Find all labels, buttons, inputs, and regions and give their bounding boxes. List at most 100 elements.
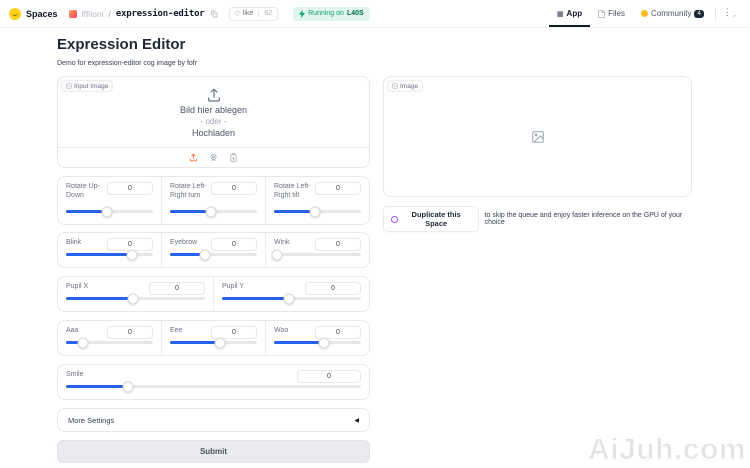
slider-value-input[interactable]: [211, 182, 257, 195]
clipboard-paste-icon[interactable]: [229, 153, 238, 162]
slider-aaa: Aaa: [58, 321, 161, 355]
more-settings-label: More Settings: [68, 415, 115, 425]
input-image-dropzone[interactable]: Input Image Bild hier ablegen - oder - H…: [57, 76, 370, 168]
tab-files[interactable]: Files: [590, 0, 633, 27]
slider-label: Rotate Left-Right tilt: [274, 183, 311, 200]
like-label: like: [242, 10, 254, 17]
drop-here-text: Bild hier ablegen: [179, 104, 248, 115]
slider-track[interactable]: [66, 206, 153, 217]
slider-woo: Woo: [265, 321, 369, 355]
more-settings-accordion[interactable]: More Settings ◀: [57, 408, 370, 432]
slider-handle[interactable]: [318, 337, 330, 348]
slider-smile: Smile: [58, 365, 369, 399]
lightning-icon: [299, 9, 306, 18]
like-button[interactable]: ♡ like 62: [228, 6, 279, 21]
slider-handle[interactable]: [122, 381, 134, 392]
slider-row-eyes: Blink Eyebrow: [57, 232, 370, 268]
grid-icon: ▦: [556, 10, 564, 18]
slider-track[interactable]: [274, 206, 361, 217]
spaces-link[interactable]: Spaces: [26, 9, 58, 19]
app-content: Expression Editor Demo for expression-ed…: [0, 28, 750, 463]
slider-value-input[interactable]: [297, 370, 361, 383]
output-column: Image Duplicate this Space to skip the q…: [383, 76, 692, 232]
community-icon: [641, 10, 648, 17]
slider-track[interactable]: [170, 249, 257, 260]
input-image-label: Input Image: [61, 80, 114, 92]
page-subtitle: Demo for expression-editor cog image by …: [57, 60, 198, 67]
submit-button[interactable]: Submit: [57, 440, 370, 463]
slider-handle[interactable]: [199, 249, 211, 260]
file-icon: [598, 9, 605, 18]
heart-icon: ♡: [234, 10, 241, 18]
slider-value-input[interactable]: [305, 282, 361, 295]
slider-track[interactable]: [170, 206, 257, 217]
slider-pupil-y: Pupil Y: [213, 277, 369, 311]
copy-icon[interactable]: [210, 10, 218, 18]
slider-handle[interactable]: [214, 337, 226, 348]
duplicate-button-label: Duplicate this Space: [411, 210, 461, 228]
slider-track[interactable]: [66, 249, 153, 260]
slider-handle[interactable]: [77, 337, 89, 348]
page-title: Expression Editor: [57, 36, 186, 53]
slider-handle[interactable]: [127, 293, 139, 304]
running-label: Running on: [308, 10, 344, 17]
path-separator: /: [108, 8, 111, 19]
or-text: - oder -: [200, 116, 227, 126]
slider-pupil-x: Pupil X: [58, 277, 213, 311]
slider-track[interactable]: [66, 337, 153, 348]
slider-handle[interactable]: [126, 249, 138, 260]
slider-handle[interactable]: [271, 249, 283, 260]
slider-label: Eee: [170, 327, 183, 334]
duplicate-space-button[interactable]: Duplicate this Space: [383, 206, 479, 232]
slider-value-input[interactable]: [149, 282, 205, 295]
like-count[interactable]: 62: [258, 10, 277, 17]
community-count-badge: 4: [694, 9, 704, 18]
duplicate-row: Duplicate this Space to skip the queue a…: [383, 206, 692, 232]
duplicate-icon: [391, 215, 398, 223]
more-options-menu[interactable]: ⋮↗: [719, 7, 740, 20]
slider-value-input[interactable]: [315, 238, 361, 251]
slider-row-pupils: Pupil X Pupil Y: [57, 276, 370, 312]
slider-track[interactable]: [271, 249, 361, 260]
upload-icon: [207, 88, 220, 102]
slider-handle[interactable]: [283, 293, 295, 304]
webcam-icon[interactable]: [209, 153, 218, 162]
tab-app[interactable]: ▦ App: [548, 0, 591, 27]
tab-app-label: App: [566, 9, 583, 18]
slider-value-input[interactable]: [315, 182, 361, 195]
space-name-link[interactable]: expression-editor: [116, 9, 205, 19]
slider-value-input[interactable]: [107, 182, 153, 195]
slider-value-input[interactable]: [211, 238, 257, 251]
slider-rotate-left-right-turn: Rotate Left-Right turn: [161, 177, 265, 224]
huggingface-logo-icon[interactable]: [9, 7, 21, 20]
slider-label: Eyebrow: [170, 239, 198, 246]
input-column: Input Image Bild hier ablegen - oder - H…: [57, 76, 370, 463]
slider-track[interactable]: [66, 381, 361, 392]
header: Spaces fffiloni / expression-editor ♡ li…: [0, 0, 750, 28]
slider-label: Rotate Left-Right turn: [170, 183, 207, 200]
accordion-arrow-icon: ◀: [354, 417, 359, 424]
slider-handle[interactable]: [205, 206, 217, 217]
slider-handle[interactable]: [101, 206, 113, 217]
tab-community[interactable]: Community 4: [633, 0, 712, 27]
slider-rotate-up-down: Rotate Up-Down: [58, 177, 161, 224]
slider-handle[interactable]: [309, 206, 321, 217]
owner-link[interactable]: fffiloni: [82, 9, 104, 19]
duplicate-hint-text: to skip the queue and enjoy faster infer…: [484, 212, 683, 226]
slider-track[interactable]: [66, 293, 205, 304]
tab-community-label: Community: [651, 9, 692, 18]
slider-track[interactable]: [222, 293, 361, 304]
upload-source-icon[interactable]: [189, 153, 198, 162]
external-link-icon: ↗: [731, 13, 736, 20]
slider-track[interactable]: [170, 337, 257, 348]
tab-files-label: Files: [608, 9, 625, 18]
slider-rotate-left-right-tilt: Rotate Left-Right tilt: [265, 177, 369, 224]
slider-value-input[interactable]: [107, 326, 153, 339]
slider-track[interactable]: [274, 337, 361, 348]
slider-row-rotate: Rotate Up-Down Rotate Left-Right turn: [57, 176, 370, 225]
running-status-badge[interactable]: Running on L40S: [293, 6, 370, 21]
slider-label: Aaa: [66, 327, 79, 334]
owner-avatar[interactable]: [68, 9, 77, 18]
header-nav: ▦ App Files Community 4 ⋮↗: [548, 0, 740, 27]
upload-click-text[interactable]: Hochladen: [192, 128, 235, 138]
